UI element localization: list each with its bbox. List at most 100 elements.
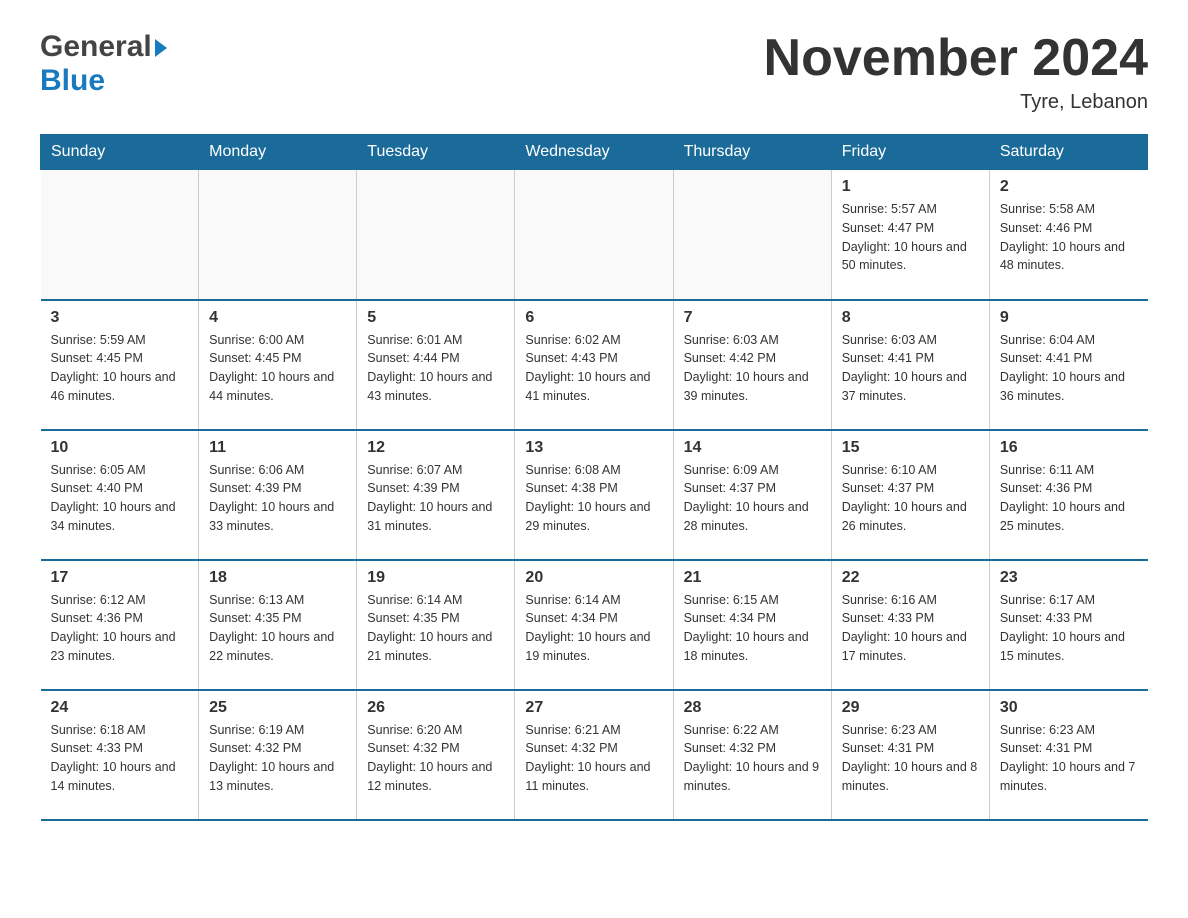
calendar-day-cell: 29 Sunrise: 6:23 AM Sunset: 4:31 PM Dayli… (831, 690, 989, 820)
calendar-day-cell (41, 170, 199, 300)
calendar-day-cell: 13 Sunrise: 6:08 AM Sunset: 4:38 PM Dayli… (515, 430, 673, 560)
day-info: Sunrise: 6:19 AM Sunset: 4:32 PM Dayligh… (209, 721, 346, 796)
calendar-day-cell: 1Sunrise: 5:57 AM Sunset: 4:47 PM Daylig… (831, 170, 989, 300)
day-info: Sunrise: 6:01 AM Sunset: 4:44 PM Dayligh… (367, 331, 504, 406)
calendar-table: SundayMondayTuesdayWednesdayThursdayFrid… (40, 134, 1148, 821)
calendar-day-cell: 6 Sunrise: 6:02 AM Sunset: 4:43 PM Daylig… (515, 300, 673, 430)
day-info: Sunrise: 6:07 AM Sunset: 4:39 PM Dayligh… (367, 461, 504, 536)
day-number: 13 (525, 439, 662, 457)
day-number: 6 (525, 309, 662, 327)
calendar-day-cell: 19 Sunrise: 6:14 AM Sunset: 4:35 PM Dayli… (357, 560, 515, 690)
day-info: Sunrise: 6:12 AM Sunset: 4:36 PM Dayligh… (51, 591, 189, 666)
day-info: Sunrise: 6:18 AM Sunset: 4:33 PM Dayligh… (51, 721, 189, 796)
day-number: 24 (51, 699, 189, 717)
day-info: Sunrise: 6:03 AM Sunset: 4:42 PM Dayligh… (684, 331, 821, 406)
weekday-header-thursday: Thursday (673, 135, 831, 170)
day-number: 4 (209, 309, 346, 327)
day-info: Sunrise: 6:15 AM Sunset: 4:34 PM Dayligh… (684, 591, 821, 666)
day-info: Sunrise: 6:22 AM Sunset: 4:32 PM Dayligh… (684, 721, 821, 796)
day-number: 20 (525, 569, 662, 587)
day-info: Sunrise: 5:58 AM Sunset: 4:46 PM Dayligh… (1000, 200, 1138, 275)
weekday-header-wednesday: Wednesday (515, 135, 673, 170)
calendar-week-row: 3Sunrise: 5:59 AM Sunset: 4:45 PM Daylig… (41, 300, 1148, 430)
calendar-day-cell: 5 Sunrise: 6:01 AM Sunset: 4:44 PM Daylig… (357, 300, 515, 430)
day-number: 2 (1000, 178, 1138, 196)
location-text: Tyre, Lebanon (764, 91, 1148, 114)
calendar-day-cell: 17 Sunrise: 6:12 AM Sunset: 4:36 PM Dayli… (41, 560, 199, 690)
weekday-header-friday: Friday (831, 135, 989, 170)
calendar-day-cell (357, 170, 515, 300)
day-number: 7 (684, 309, 821, 327)
calendar-day-cell: 9Sunrise: 6:04 AM Sunset: 4:41 PM Daylig… (989, 300, 1147, 430)
calendar-day-cell: 16 Sunrise: 6:11 AM Sunset: 4:36 PM Dayli… (989, 430, 1147, 560)
calendar-week-row: 1Sunrise: 5:57 AM Sunset: 4:47 PM Daylig… (41, 170, 1148, 300)
title-area: November 2024 Tyre, Lebanon (764, 30, 1148, 114)
day-info: Sunrise: 5:59 AM Sunset: 4:45 PM Dayligh… (51, 331, 189, 406)
day-number: 23 (1000, 569, 1138, 587)
day-number: 29 (842, 699, 979, 717)
day-number: 1 (842, 178, 979, 196)
day-number: 28 (684, 699, 821, 717)
day-info: Sunrise: 6:05 AM Sunset: 4:40 PM Dayligh… (51, 461, 189, 536)
day-info: Sunrise: 6:06 AM Sunset: 4:39 PM Dayligh… (209, 461, 346, 536)
day-number: 5 (367, 309, 504, 327)
calendar-day-cell: 15Sunrise: 6:10 AM Sunset: 4:37 PM Dayli… (831, 430, 989, 560)
day-number: 15 (842, 439, 979, 457)
calendar-day-cell: 18 Sunrise: 6:13 AM Sunset: 4:35 PM Dayli… (199, 560, 357, 690)
day-number: 25 (209, 699, 346, 717)
day-number: 19 (367, 569, 504, 587)
weekday-header-row: SundayMondayTuesdayWednesdayThursdayFrid… (41, 135, 1148, 170)
day-number: 12 (367, 439, 504, 457)
day-number: 27 (525, 699, 662, 717)
day-number: 17 (51, 569, 189, 587)
calendar-day-cell: 20Sunrise: 6:14 AM Sunset: 4:34 PM Dayli… (515, 560, 673, 690)
day-info: Sunrise: 6:17 AM Sunset: 4:33 PM Dayligh… (1000, 591, 1138, 666)
day-number: 16 (1000, 439, 1138, 457)
day-number: 8 (842, 309, 979, 327)
day-info: Sunrise: 6:23 AM Sunset: 4:31 PM Dayligh… (842, 721, 979, 796)
logo-arrow-icon (155, 39, 167, 57)
calendar-day-cell: 12 Sunrise: 6:07 AM Sunset: 4:39 PM Dayli… (357, 430, 515, 560)
calendar-day-cell: 4 Sunrise: 6:00 AM Sunset: 4:45 PM Daylig… (199, 300, 357, 430)
day-info: Sunrise: 6:23 AM Sunset: 4:31 PM Dayligh… (1000, 721, 1138, 796)
page-header: General Blue November 2024 Tyre, Lebanon (40, 30, 1148, 114)
day-info: Sunrise: 6:08 AM Sunset: 4:38 PM Dayligh… (525, 461, 662, 536)
day-info: Sunrise: 6:20 AM Sunset: 4:32 PM Dayligh… (367, 721, 504, 796)
day-info: Sunrise: 6:14 AM Sunset: 4:35 PM Dayligh… (367, 591, 504, 666)
day-info: Sunrise: 6:00 AM Sunset: 4:45 PM Dayligh… (209, 331, 346, 406)
calendar-day-cell: 10 Sunrise: 6:05 AM Sunset: 4:40 PM Dayli… (41, 430, 199, 560)
calendar-day-cell (673, 170, 831, 300)
day-number: 22 (842, 569, 979, 587)
calendar-day-cell: 14Sunrise: 6:09 AM Sunset: 4:37 PM Dayli… (673, 430, 831, 560)
day-info: Sunrise: 6:03 AM Sunset: 4:41 PM Dayligh… (842, 331, 979, 406)
calendar-week-row: 17 Sunrise: 6:12 AM Sunset: 4:36 PM Dayli… (41, 560, 1148, 690)
logo-blue-text: Blue (40, 64, 105, 97)
calendar-day-cell: 2 Sunrise: 5:58 AM Sunset: 4:46 PM Daylig… (989, 170, 1147, 300)
day-number: 10 (51, 439, 189, 457)
day-info: Sunrise: 6:13 AM Sunset: 4:35 PM Dayligh… (209, 591, 346, 666)
calendar-day-cell: 28 Sunrise: 6:22 AM Sunset: 4:32 PM Dayli… (673, 690, 831, 820)
month-title: November 2024 (764, 30, 1148, 87)
logo: General Blue (40, 30, 167, 98)
weekday-header-sunday: Sunday (41, 135, 199, 170)
day-number: 18 (209, 569, 346, 587)
calendar-day-cell: 25 Sunrise: 6:19 AM Sunset: 4:32 PM Dayli… (199, 690, 357, 820)
day-info: Sunrise: 6:11 AM Sunset: 4:36 PM Dayligh… (1000, 461, 1138, 536)
calendar-day-cell: 11Sunrise: 6:06 AM Sunset: 4:39 PM Dayli… (199, 430, 357, 560)
calendar-day-cell: 24 Sunrise: 6:18 AM Sunset: 4:33 PM Dayli… (41, 690, 199, 820)
day-number: 30 (1000, 699, 1138, 717)
calendar-week-row: 10 Sunrise: 6:05 AM Sunset: 4:40 PM Dayli… (41, 430, 1148, 560)
weekday-header-saturday: Saturday (989, 135, 1147, 170)
calendar-day-cell: 3Sunrise: 5:59 AM Sunset: 4:45 PM Daylig… (41, 300, 199, 430)
calendar-day-cell: 21 Sunrise: 6:15 AM Sunset: 4:34 PM Dayli… (673, 560, 831, 690)
calendar-day-cell (515, 170, 673, 300)
calendar-week-row: 24 Sunrise: 6:18 AM Sunset: 4:33 PM Dayli… (41, 690, 1148, 820)
calendar-day-cell: 30 Sunrise: 6:23 AM Sunset: 4:31 PM Dayli… (989, 690, 1147, 820)
weekday-header-monday: Monday (199, 135, 357, 170)
weekday-header-tuesday: Tuesday (357, 135, 515, 170)
day-number: 9 (1000, 309, 1138, 327)
calendar-day-cell: 27Sunrise: 6:21 AM Sunset: 4:32 PM Dayli… (515, 690, 673, 820)
day-number: 21 (684, 569, 821, 587)
day-info: Sunrise: 6:02 AM Sunset: 4:43 PM Dayligh… (525, 331, 662, 406)
day-number: 26 (367, 699, 504, 717)
